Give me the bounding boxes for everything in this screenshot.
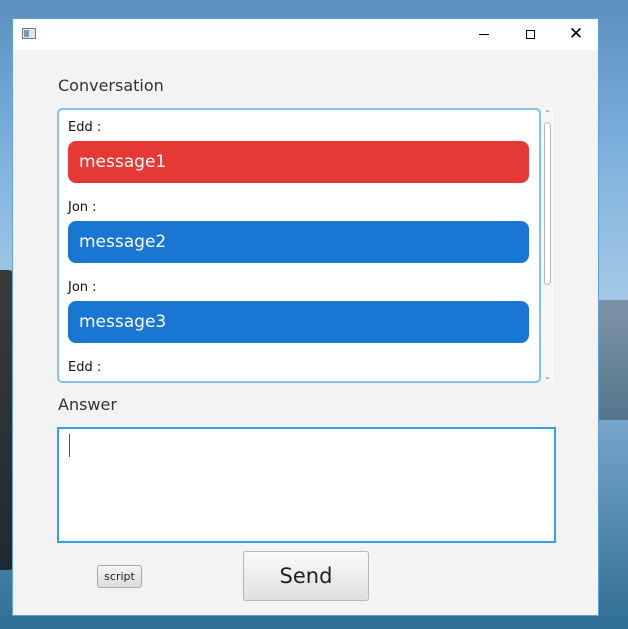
minimize-icon <box>479 34 489 35</box>
conversation-list[interactable]: Edd : message1 Jon : message2 Jon : message3 E… <box>57 108 541 383</box>
title-bar[interactable]: ✕ <box>13 19 598 50</box>
message-bubble: message3 <box>68 301 529 343</box>
maximize-button[interactable] <box>507 19 553 50</box>
message-sender: Jon : <box>68 200 97 215</box>
app-window: ✕ Conversation Edd : message1 Jon : message… <box>12 18 599 616</box>
close-button[interactable]: ✕ <box>553 19 599 50</box>
background-rock-right <box>598 300 628 420</box>
text-caret <box>69 434 70 457</box>
minimize-button[interactable] <box>461 19 507 50</box>
conversation-label: Conversation <box>58 76 164 95</box>
message-sender: Edd : <box>68 120 102 135</box>
maximize-icon <box>525 30 535 39</box>
message-sender: Edd : <box>68 360 102 375</box>
message-item: Jon : message3 <box>68 279 529 343</box>
scroll-thumb[interactable] <box>544 122 551 285</box>
message-bubble: message1 <box>68 141 529 183</box>
answer-label: Answer <box>58 395 117 414</box>
script-button[interactable]: script <box>97 565 142 588</box>
answer-input[interactable] <box>57 427 556 543</box>
message-item: Edd : message1 <box>68 119 529 183</box>
message-bubble: message2 <box>68 221 529 263</box>
message-item: Edd : <box>68 359 529 381</box>
scroll-down-icon[interactable]: ⌄ <box>541 371 554 383</box>
close-icon: ✕ <box>568 24 584 44</box>
message-item: Jon : message2 <box>68 199 529 263</box>
conversation-scrollbar[interactable]: ⌃ ⌄ <box>541 108 554 383</box>
scroll-up-icon[interactable]: ⌃ <box>541 108 554 120</box>
send-button[interactable]: Send <box>243 551 369 601</box>
message-sender: Jon : <box>68 280 97 295</box>
app-window-icon <box>22 28 36 39</box>
